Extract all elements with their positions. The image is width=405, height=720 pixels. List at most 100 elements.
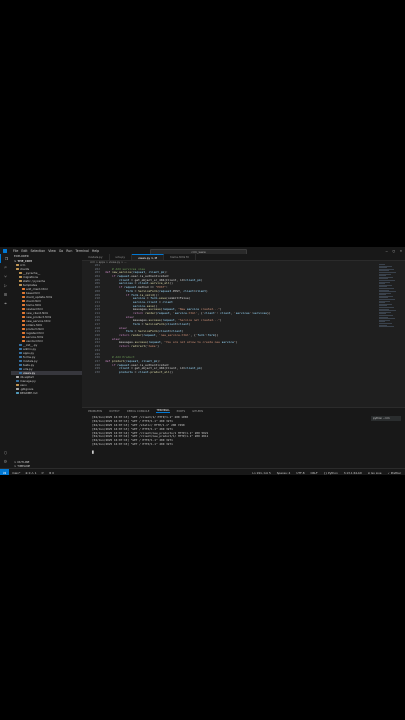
status-right: Ln 191, Col 5 Spaces: 4 UTF-8 CRLF {} Python… [252,471,401,475]
panel-tab-problems[interactable]: PROBLEMS [88,410,102,413]
file-type-icon [19,343,22,347]
settings-icon[interactable]: ⚙ [0,457,11,466]
menu-item-file[interactable]: File [13,249,18,253]
file-type-icon [16,379,19,383]
file-type-icon [16,383,19,387]
file-type-icon [22,335,25,339]
file-type-icon [19,367,22,371]
code-text: products = client.product_all() [118,369,173,374]
panel-tab-output[interactable]: OUTPUT [109,410,120,413]
code-line: 230 products = client.product_all() [82,369,372,375]
terminal-output[interactable]: [04/Jun/2025 16:07:13] "GET /client/1/ H… [82,414,405,455]
panel-tab-ports[interactable]: PORTS [177,410,185,413]
source-control-icon[interactable]: ⑂ [0,272,11,281]
menu-bar: File Edit Selection View Go Run Terminal Help [13,249,102,253]
editor-tab[interactable]: home.html M [164,254,196,260]
editor-group: models.py urls.py views.py 1, Mhome.html M… [82,254,405,407]
file-type-icon [19,359,22,363]
panel-tab-debug-console[interactable]: DEBUG CONSOLE [127,410,150,413]
status-item[interactable]: ⊙ Go Live [368,471,382,475]
minimize-icon[interactable]: — [386,249,388,253]
file-type-icon [19,355,22,359]
file-type-icon [22,315,25,319]
extensions-icon[interactable]: ⊞ [0,290,11,299]
tree-item[interactable]: README.md [11,391,82,395]
maximize-icon[interactable]: ▢ [393,249,395,253]
status-item[interactable]: CRLF [311,471,318,475]
file-type-icon [19,351,22,355]
file-type-icon [19,347,22,351]
remote-indicator-icon[interactable]: ⋊ [0,469,9,475]
file-type-icon [22,339,25,343]
file-type-icon [16,267,19,271]
file-type-icon [16,387,19,391]
status-item[interactable]: Spaces: 4 [277,471,291,475]
file-type-icon [16,263,19,267]
accounts-icon[interactable]: ◯ [0,448,11,457]
code-text: return redirect('home') [118,344,160,349]
menu-item-edit[interactable]: Edit [21,249,27,253]
status-item[interactable]: ⟳ [41,471,43,475]
branch-indicator[interactable]: main* [12,471,20,475]
status-item[interactable]: {} Python [324,471,338,475]
menu-item-help[interactable]: Help [92,249,99,253]
terminal-instance[interactable]: python - crm [371,416,401,421]
editor-tabs: models.py urls.py views.py 1, Mhome.html M [82,254,405,261]
code-area[interactable]: 201 202 # Add services view 203 def new_ser… [82,264,372,407]
code-text: return render(request, 'new_service.html… [118,333,219,338]
editor-tab[interactable]: urls.py [110,254,132,260]
file-type-icon [22,295,25,299]
menu-item-terminal[interactable]: Terminal [75,249,88,253]
status-item[interactable]: ✓ Prettier [387,471,401,475]
file-type-icon [16,375,19,379]
bottom-panel: PROBLEMS OUTPUT DEBUG CONSOLE TERMINAL PORTS… [82,407,405,469]
file-type-icon [22,287,25,291]
panel-tab-terminal[interactable]: TERMINAL [156,409,170,413]
tree-item-label: README.md [20,391,38,395]
file-type-icon [19,271,22,275]
vscode-window: File Edit Selection View Go Run Terminal Help c… [0,247,405,475]
terminal-cursor[interactable]: █ [92,450,405,455]
title-bar: File Edit Selection View Go Run Terminal Help c… [0,247,405,255]
status-bar: ⋊ main* ⊗ 0 ⚠ 1 ⟳ ⚙ 0 Ln 191, Col 5 Spaces:… [0,468,405,475]
search-icon[interactable]: ⌕ [0,263,11,272]
line-number: 230 [94,369,100,374]
status-item[interactable]: UTF-8 [296,471,304,475]
status-item[interactable]: 3.13.1 64-bit [344,471,362,475]
window-controls: — ▢ ✕ [386,249,402,253]
file-type-icon [22,327,25,331]
file-type-icon [22,331,25,335]
menu-item-go[interactable]: Go [59,249,63,253]
minimap[interactable] [379,264,397,334]
file-type-icon [22,303,25,307]
status-item[interactable]: Ln 191, Col 5 [252,471,270,475]
file-type-icon [19,363,22,367]
menu-item-selection[interactable]: Selection [31,249,46,253]
file-type-icon [22,319,25,323]
file-type-icon [22,311,25,315]
menu-item-run[interactable]: Run [66,249,72,253]
explorer-sidebar: EXPLORER > THE_CRM crm clients __pycache__… [11,254,83,468]
status-item[interactable]: ⊗ 0 ⚠ 1 [25,471,36,475]
close-icon[interactable]: ✕ [400,249,402,253]
status-left: main* ⊗ 0 ⚠ 1 ⟳ ⚙ 0 [12,471,54,475]
file-type-icon [19,279,22,283]
minimap-line [379,326,394,328]
editor-tab[interactable]: models.py [82,254,110,260]
status-item[interactable]: ⚙ 0 [49,471,54,475]
file-type-icon [19,371,22,375]
file-type-icon [19,275,22,279]
file-type-icon [22,307,25,311]
menu-item-view[interactable]: View [48,249,56,253]
sidebar-footer: > OUTLINE > TIMELINE [11,460,82,468]
file-type-icon [22,299,25,303]
run-debug-icon[interactable]: ▷ [0,281,11,290]
vscode-logo-icon [3,248,7,253]
file-type-icon [22,291,25,295]
panel-tab-gitlens[interactable]: GITLENS [192,410,203,413]
file-tree: crm clients __pycache__ migrations static / … [11,263,82,395]
file-type-icon [19,283,22,287]
remote-icon[interactable]: ⌖ [0,299,11,308]
editor-tab[interactable]: views.py 1, M [131,254,165,260]
file-type-icon [16,391,19,395]
